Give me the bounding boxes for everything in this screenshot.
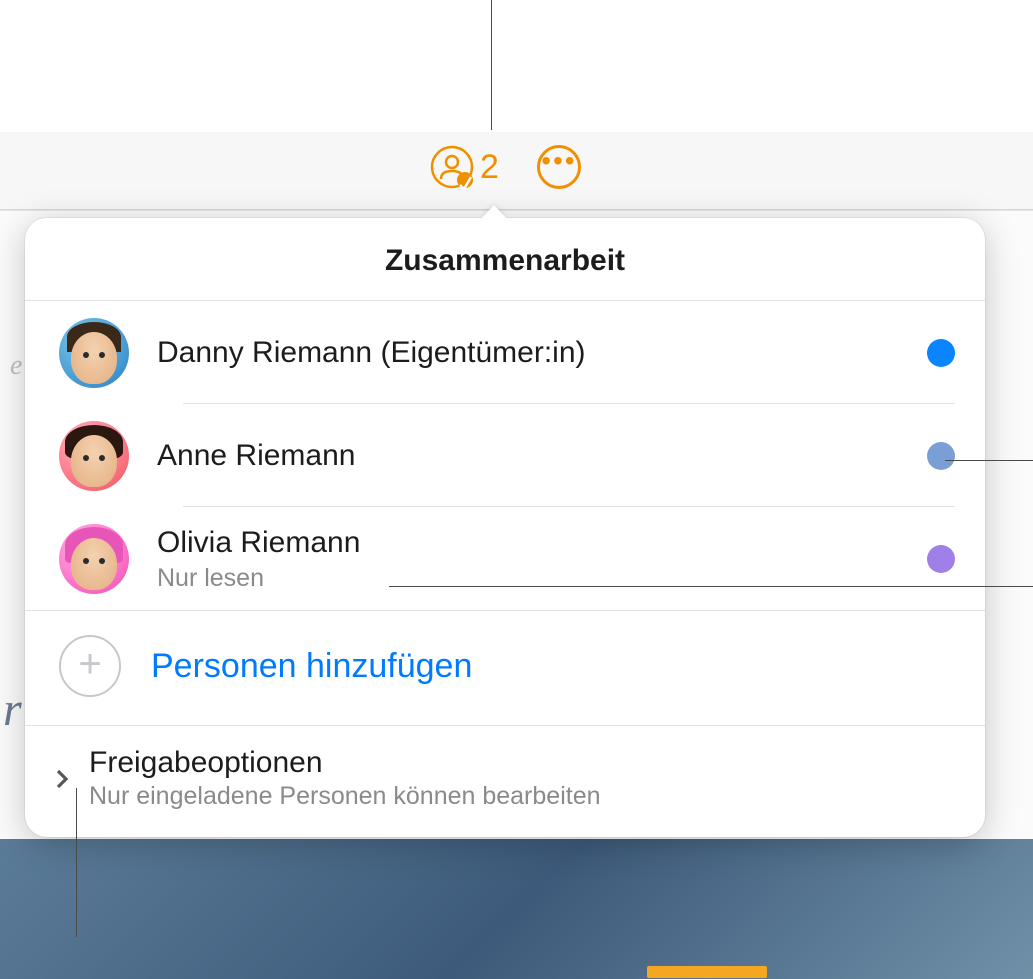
participant-name: Olivia Riemann	[157, 524, 927, 562]
callout-line-right	[389, 586, 1033, 587]
add-people-button[interactable]: + Personen hinzufügen	[25, 610, 985, 726]
share-options-subtitle: Nur eingeladene Personen können bearbeit…	[89, 782, 601, 811]
callout-line-right	[945, 460, 1033, 461]
share-options-button[interactable]: Freigabeoptionen Nur eingeladene Persone…	[25, 726, 985, 837]
presence-dot	[927, 339, 955, 367]
participant-name: Danny Riemann (Eigentümer:in)	[157, 334, 927, 372]
callout-line-bottom	[76, 788, 77, 937]
avatar	[59, 524, 129, 594]
participant-permission: Nur lesen	[157, 564, 927, 593]
chevron-right-icon	[51, 768, 73, 790]
participant-row[interactable]: Olivia Riemann Nur lesen	[25, 507, 985, 610]
participant-row[interactable]: Anne Riemann	[25, 404, 985, 507]
person-collab-icon	[430, 145, 474, 189]
presence-dot	[927, 442, 955, 470]
add-people-label: Personen hinzufügen	[151, 647, 472, 686]
avatar	[59, 421, 129, 491]
participant-list: Danny Riemann (Eigentümer:in) Anne Riema…	[25, 301, 985, 610]
participant-row-owner[interactable]: Danny Riemann (Eigentümer:in)	[25, 301, 985, 404]
avatar	[59, 318, 129, 388]
more-button[interactable]: •••	[537, 145, 581, 189]
callout-line-top	[491, 0, 492, 130]
collaboration-button[interactable]: 2	[430, 145, 499, 189]
bg-decorative-text: r	[3, 682, 22, 737]
document-image-preview	[0, 839, 1033, 979]
popover-arrow	[481, 205, 507, 219]
collaboration-count: 2	[480, 148, 499, 187]
bg-decorative-text: e	[10, 350, 22, 382]
share-options-title: Freigabeoptionen	[89, 746, 601, 780]
popover-header: Zusammenarbeit	[25, 218, 985, 301]
plus-circle-icon: +	[59, 635, 121, 697]
presence-dot	[927, 545, 955, 573]
popover-title: Zusammenarbeit	[25, 244, 985, 278]
collaboration-popover: Zusammenarbeit Danny Riemann (Eigentümer…	[25, 218, 985, 837]
document-marker	[647, 966, 767, 978]
participant-name: Anne Riemann	[157, 437, 927, 475]
